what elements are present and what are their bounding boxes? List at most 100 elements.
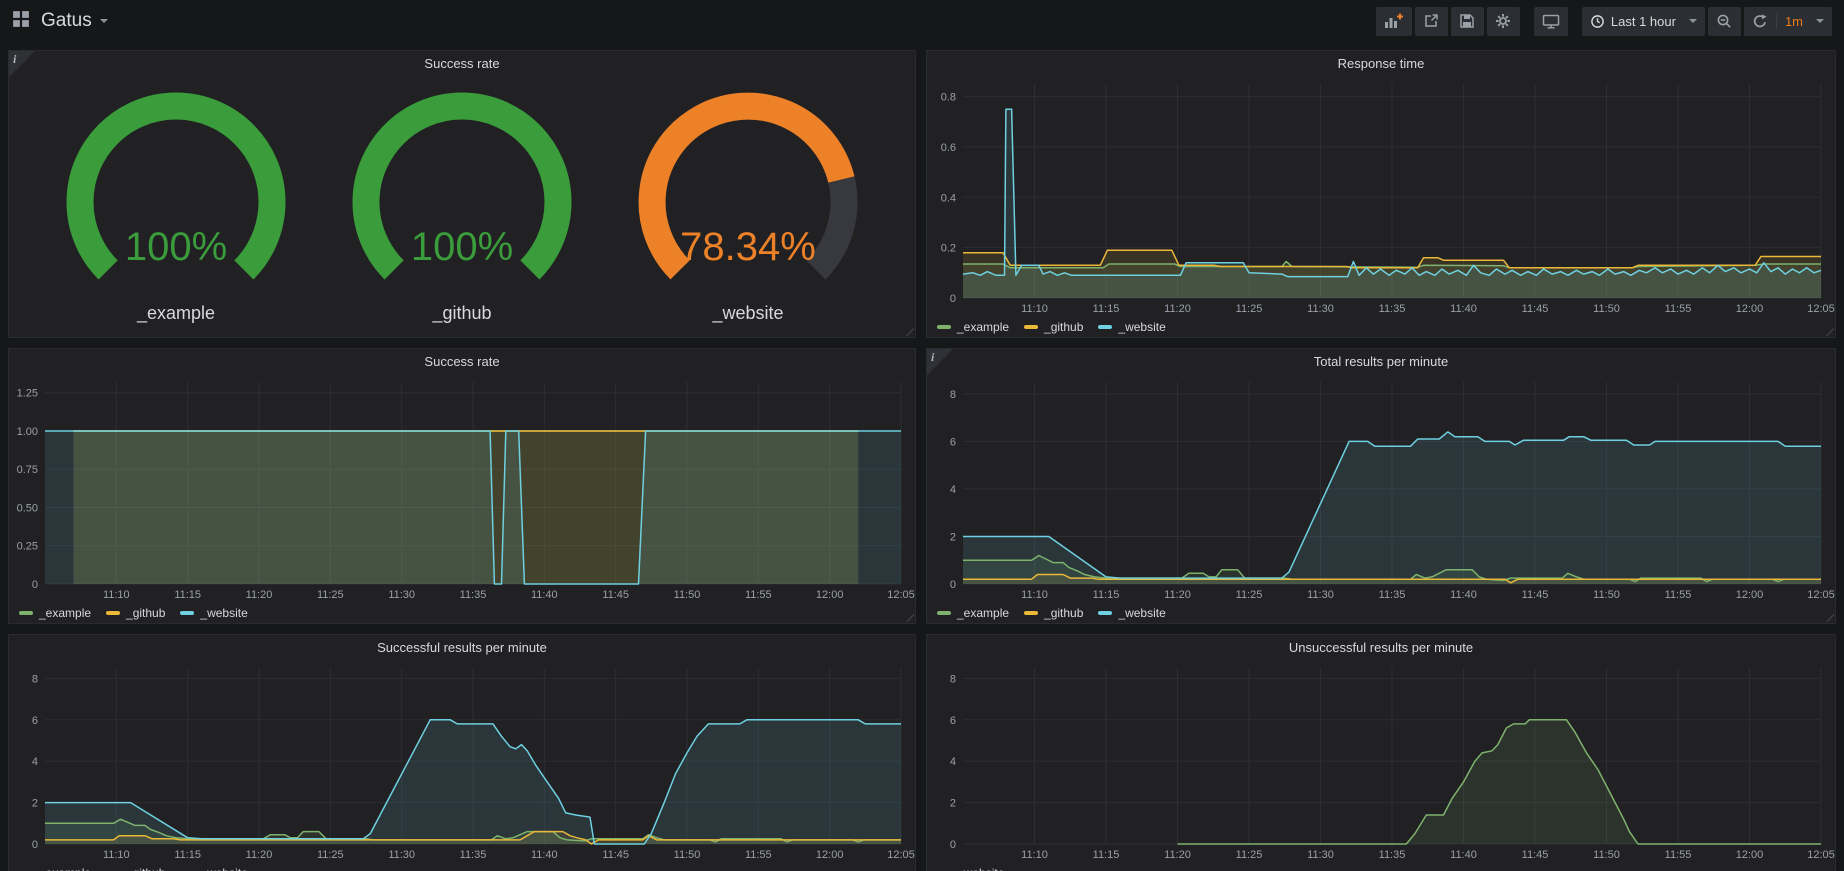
chart-legend: _example _github _website (9, 863, 915, 871)
legend-item-_example[interactable]: _example (937, 606, 1009, 620)
panel-resize-handle[interactable] (1825, 327, 1834, 336)
svg-text:11:30: 11:30 (1307, 303, 1334, 315)
svg-text:0.8: 0.8 (941, 92, 956, 104)
legend-color-swatch (1024, 611, 1038, 615)
svg-text:11:40: 11:40 (531, 849, 558, 861)
refresh-button[interactable]: 1m (1744, 7, 1832, 36)
svg-text:11:25: 11:25 (317, 589, 344, 601)
add-panel-button[interactable] (1376, 7, 1412, 36)
panel-title[interactable]: Success rate (9, 349, 915, 374)
monitor-icon (1542, 13, 1560, 29)
legend-item-_github[interactable]: _github (106, 606, 165, 620)
chart-svg[interactable]: 00.20.40.60.811:1011:1511:2011:2511:3011… (927, 76, 1835, 317)
svg-text:4: 4 (950, 484, 956, 496)
svg-text:4: 4 (32, 756, 38, 768)
legend-item-_website[interactable]: _website (1098, 320, 1165, 334)
panel-title[interactable]: Successful results per minute (9, 635, 915, 660)
panel-info-corner-icon[interactable]: i (927, 349, 953, 375)
chart-legend: _example _github _website (927, 317, 1835, 337)
svg-text:11:15: 11:15 (174, 849, 201, 861)
svg-text:12:05: 12:05 (1807, 589, 1835, 601)
legend-item-_example[interactable]: _example (19, 866, 91, 871)
svg-text:11:15: 11:15 (1093, 589, 1120, 601)
svg-text:6: 6 (950, 715, 956, 727)
save-button[interactable] (1451, 7, 1484, 36)
svg-text:11:55: 11:55 (1665, 303, 1692, 315)
legend-item-_example[interactable]: _example (937, 320, 1009, 334)
dashboard-title-caret-icon[interactable] (100, 19, 108, 23)
legend-item-_github[interactable]: _github (106, 866, 165, 871)
svg-text:11:25: 11:25 (1236, 303, 1263, 315)
share-icon (1423, 13, 1439, 29)
cycle-view-button[interactable] (1534, 7, 1568, 36)
panel-resize-handle[interactable] (1825, 613, 1834, 622)
panel-title[interactable]: Unsuccessful results per minute (927, 635, 1835, 660)
svg-text:11:55: 11:55 (745, 849, 772, 861)
share-button[interactable] (1415, 7, 1448, 36)
svg-text:12:00: 12:00 (1736, 849, 1764, 861)
panel-resize-handle[interactable] (905, 613, 914, 622)
clock-icon (1590, 14, 1605, 29)
zoom-out-icon (1716, 13, 1732, 29)
gauge-label: _website (712, 303, 783, 324)
legend-item-_website[interactable]: _website (1098, 606, 1165, 620)
svg-text:11:40: 11:40 (1450, 589, 1477, 601)
svg-text:11:40: 11:40 (531, 589, 558, 601)
svg-text:11:35: 11:35 (1379, 589, 1406, 601)
svg-text:100%: 100% (411, 225, 513, 269)
panel-title[interactable]: Success rate (9, 51, 915, 76)
legend-item-_github[interactable]: _github (1024, 320, 1083, 334)
zoom-out-button[interactable] (1708, 7, 1741, 36)
dashboard-grid-icon[interactable] (12, 10, 30, 33)
svg-text:11:50: 11:50 (1593, 589, 1620, 601)
refresh-caret-icon (1816, 19, 1824, 23)
gauge-github: 100% _github (322, 90, 602, 324)
chart-canvas[interactable]: 0246811:1011:1511:2011:2511:3011:3511:40… (927, 374, 1835, 603)
gauge-arc: 100% (322, 90, 602, 301)
svg-text:11:30: 11:30 (1307, 849, 1334, 861)
svg-text:11:25: 11:25 (1236, 589, 1263, 601)
dashboard-title[interactable]: Gatus (41, 10, 92, 32)
svg-text:8: 8 (950, 389, 956, 401)
panel-resize-handle[interactable] (905, 327, 914, 336)
legend-item-_website[interactable]: _website (180, 866, 247, 871)
panel-info-corner-icon[interactable]: i (9, 51, 35, 77)
svg-text:6: 6 (32, 715, 38, 727)
chart-canvas[interactable]: 0246811:1011:1511:2011:2511:3011:3511:40… (9, 660, 915, 863)
svg-text:11:40: 11:40 (1450, 303, 1477, 315)
svg-text:100%: 100% (125, 225, 227, 269)
chart-svg[interactable]: 0246811:1011:1511:2011:2511:3011:3511:40… (9, 660, 915, 863)
dashboard-grid: i Success rate 100% _example 100% _githu… (0, 42, 1844, 871)
legend-item-_example[interactable]: _example (19, 606, 91, 620)
panel-successful-results: Successful results per minute 0246811:10… (8, 634, 916, 871)
chart-svg[interactable]: 00.250.500.751.001.2511:1011:1511:2011:2… (9, 374, 915, 603)
time-range-button[interactable]: Last 1 hour (1582, 7, 1705, 36)
chart-svg[interactable]: 0246811:1011:1511:2011:2511:3011:3511:40… (927, 660, 1835, 863)
svg-text:0: 0 (950, 579, 956, 591)
svg-text:11:30: 11:30 (1307, 589, 1334, 601)
chart-svg[interactable]: 0246811:1011:1511:2011:2511:3011:3511:40… (927, 374, 1835, 603)
svg-text:12:05: 12:05 (1807, 303, 1835, 315)
save-icon (1459, 13, 1475, 29)
gauge-row: 100% _example 100% _github 78.34% _websi… (9, 76, 915, 337)
svg-text:12:00: 12:00 (816, 849, 844, 861)
gauge-label: _github (432, 303, 491, 324)
svg-text:11:50: 11:50 (1593, 303, 1620, 315)
legend-item-_website[interactable]: _website (937, 866, 1004, 871)
settings-button[interactable] (1487, 7, 1520, 36)
refresh-interval-label[interactable]: 1m (1776, 14, 1803, 29)
svg-text:2: 2 (950, 798, 956, 810)
legend-item-_github[interactable]: _github (1024, 606, 1083, 620)
panel-title[interactable]: Response time (927, 51, 1835, 76)
svg-text:4: 4 (950, 756, 956, 768)
panel-title[interactable]: Total results per minute (927, 349, 1835, 374)
legend-item-_website[interactable]: _website (180, 606, 247, 620)
chart-canvas[interactable]: 00.20.40.60.811:1011:1511:2011:2511:3011… (927, 76, 1835, 317)
svg-text:11:35: 11:35 (460, 849, 487, 861)
chart-canvas[interactable]: 0246811:1011:1511:2011:2511:3011:3511:40… (927, 660, 1835, 863)
svg-text:0.2: 0.2 (941, 243, 956, 255)
chart-canvas[interactable]: 00.250.500.751.001.2511:1011:1511:2011:2… (9, 374, 915, 603)
svg-text:11:50: 11:50 (674, 849, 701, 861)
svg-text:11:10: 11:10 (103, 849, 130, 861)
gear-icon (1495, 13, 1511, 29)
